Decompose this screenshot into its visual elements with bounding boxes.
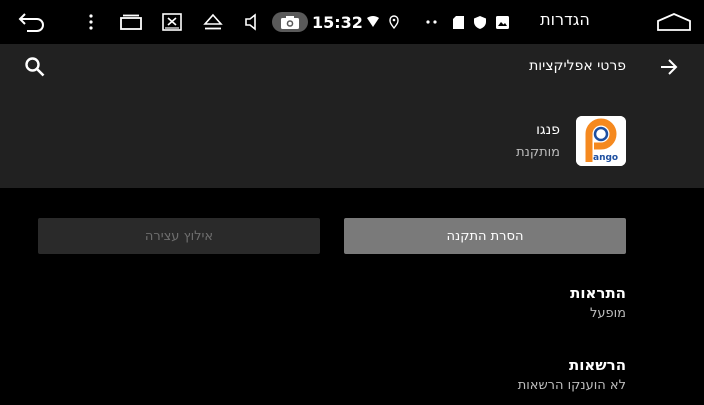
back-icon[interactable] [14,0,50,44]
uninstall-button[interactable]: הסרת התקנה [344,218,626,254]
settings-title: הגדרות [540,10,590,29]
location-icon [386,0,402,44]
pref-summary: מופעל [589,306,626,321]
page-title: פרטי אפליקציות [529,58,626,74]
home-icon[interactable] [654,0,694,44]
clock: 15:32 [312,12,363,32]
pref-summary: לא הוענקו הרשאות [517,378,626,393]
app-icon-text: ango [593,153,618,163]
shield-icon [472,0,488,44]
pref-title: התראות [570,284,626,302]
sd-card-icon [450,0,466,44]
app-name: פנגו [536,122,560,138]
wifi-icon [364,0,382,44]
recents-icon[interactable] [118,0,144,44]
arrow-forward-icon[interactable] [658,56,680,78]
app-icon: ango [576,116,626,166]
pref-permissions[interactable]: הרשאות לא הוענקו הרשאות [518,356,626,393]
menu-dots-icon[interactable] [84,0,98,44]
status-bar: 15:32 הגדרות [0,0,704,44]
search-icon[interactable] [24,56,46,78]
dots-icon [424,0,440,44]
force-stop-button[interactable]: אילוץ עצירה [38,218,320,254]
pref-title: הרשאות [568,356,626,374]
clock-area: 15:32 [272,10,363,34]
image-icon [494,0,510,44]
close-window-icon[interactable] [160,0,184,44]
app-install-status: מותקנת [516,145,560,160]
volume-icon[interactable] [240,0,264,44]
eject-icon[interactable] [200,0,226,44]
camera-icon[interactable] [272,12,308,32]
pref-notifications[interactable]: התראות מופעל [570,284,626,321]
app-bar: פרטי אפליקציות [0,44,704,90]
